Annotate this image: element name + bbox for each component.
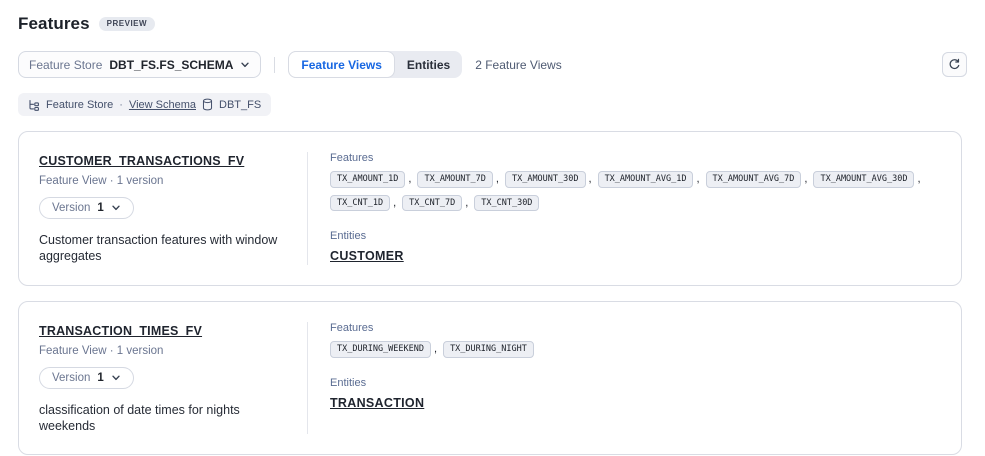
feature-view-list: CUSTOMER_TRANSACTIONS_FV Feature View · … bbox=[18, 131, 962, 455]
breadcrumb-database: DBT_FS bbox=[219, 99, 261, 111]
chip-separator: , bbox=[465, 197, 468, 209]
schema-tree-icon bbox=[28, 99, 40, 111]
toolbar: Feature Store DBT_FS.FS_SCHEMA Feature V… bbox=[18, 51, 967, 78]
preview-badge: PREVIEW bbox=[99, 17, 155, 31]
chip-separator: , bbox=[434, 343, 437, 355]
feature-chip-list: TX_AMOUNT_1D,TX_AMOUNT_7D,TX_AMOUNT_30D,… bbox=[330, 171, 941, 211]
feature-chip: TX_CNT_1D bbox=[330, 195, 390, 212]
entity-link[interactable]: CUSTOMER bbox=[330, 249, 404, 263]
database-icon bbox=[202, 98, 213, 111]
feature-chip: TX_AMOUNT_1D bbox=[330, 171, 405, 188]
feature-view-subtitle: Feature View · 1 version bbox=[39, 175, 287, 187]
breadcrumb-prefix: Feature Store bbox=[46, 99, 113, 111]
feature-view-description: Customer transaction features with windo… bbox=[39, 232, 287, 264]
chevron-down-icon bbox=[111, 203, 121, 213]
feature-chip: TX_DURING_WEEKEND bbox=[330, 341, 431, 358]
feature-view-title-link[interactable]: TRANSACTION_TIMES_FV bbox=[39, 324, 202, 338]
entity-link[interactable]: TRANSACTION bbox=[330, 396, 424, 410]
feature-chip: TX_AMOUNT_7D bbox=[417, 171, 492, 188]
tab-entities[interactable]: Entities bbox=[395, 51, 462, 78]
feature-chip: TX_AMOUNT_AVG_7D bbox=[706, 171, 802, 188]
toolbar-divider bbox=[274, 57, 275, 73]
feature-store-selector[interactable]: Feature Store DBT_FS.FS_SCHEMA bbox=[18, 51, 261, 78]
entities-block: Entities CUSTOMER bbox=[330, 230, 941, 265]
entities-label: Entities bbox=[330, 230, 941, 242]
tab-feature-views[interactable]: Feature Views bbox=[288, 51, 394, 78]
card-summary: TRANSACTION_TIMES_FV Feature View · 1 ve… bbox=[19, 322, 308, 434]
feature-view-card: TRANSACTION_TIMES_FV Feature View · 1 ve… bbox=[18, 301, 962, 455]
chip-separator: , bbox=[804, 173, 807, 185]
entities-block: Entities TRANSACTION bbox=[330, 377, 941, 412]
page-header: Features PREVIEW bbox=[0, 0, 985, 34]
feature-store-label: Feature Store bbox=[29, 58, 102, 72]
feature-view-card: CUSTOMER_TRANSACTIONS_FV Feature View · … bbox=[18, 131, 962, 286]
feature-store-value: DBT_FS.FS_SCHEMA bbox=[109, 58, 233, 72]
feature-chip: TX_AMOUNT_AVG_1D bbox=[598, 171, 694, 188]
breadcrumb: Feature Store · View Schema DBT_FS bbox=[18, 93, 271, 116]
feature-view-subtitle: Feature View · 1 version bbox=[39, 345, 287, 357]
card-detail: Features TX_DURING_WEEKEND, TX_DURING_NIG… bbox=[308, 322, 961, 434]
feature-view-description: classification of date times for nights … bbox=[39, 402, 287, 434]
chevron-down-icon bbox=[111, 373, 121, 383]
version-value: 1 bbox=[97, 372, 103, 384]
breadcrumb-separator: · bbox=[119, 99, 123, 111]
card-detail: Features TX_AMOUNT_1D,TX_AMOUNT_7D,TX_AM… bbox=[308, 152, 961, 265]
view-tabs: Feature Views Entities bbox=[288, 51, 462, 78]
entities-label: Entities bbox=[330, 377, 941, 389]
feature-chip: TX_CNT_30D bbox=[474, 195, 539, 212]
version-selector[interactable]: Version 1 bbox=[39, 197, 134, 219]
version-selector[interactable]: Version 1 bbox=[39, 367, 134, 389]
chip-separator: , bbox=[917, 173, 920, 185]
feature-view-title-link[interactable]: CUSTOMER_TRANSACTIONS_FV bbox=[39, 154, 244, 168]
version-value: 1 bbox=[97, 202, 103, 214]
features-label: Features bbox=[330, 152, 941, 164]
chip-separator: , bbox=[496, 173, 499, 185]
card-summary: CUSTOMER_TRANSACTIONS_FV Feature View · … bbox=[19, 152, 308, 265]
chip-separator: , bbox=[589, 173, 592, 185]
refresh-button[interactable] bbox=[942, 52, 967, 77]
feature-chip-list: TX_DURING_WEEKEND, TX_DURING_NIGHT bbox=[330, 341, 941, 358]
refresh-icon bbox=[948, 58, 961, 71]
version-label: Version bbox=[52, 202, 90, 214]
feature-chip: TX_AMOUNT_AVG_30D bbox=[813, 171, 914, 188]
page-title: Features bbox=[18, 14, 90, 34]
chip-separator: , bbox=[393, 197, 396, 209]
feature-chip: TX_AMOUNT_30D bbox=[505, 171, 586, 188]
feature-views-count: 2 Feature Views bbox=[475, 58, 562, 72]
chevron-down-icon bbox=[240, 60, 250, 70]
version-label: Version bbox=[52, 372, 90, 384]
feature-chip: TX_DURING_NIGHT bbox=[443, 341, 534, 358]
view-schema-link[interactable]: View Schema bbox=[129, 99, 196, 111]
chip-separator: , bbox=[408, 173, 411, 185]
feature-chip: TX_CNT_7D bbox=[402, 195, 462, 212]
features-label: Features bbox=[330, 322, 941, 334]
chip-separator: , bbox=[696, 173, 699, 185]
